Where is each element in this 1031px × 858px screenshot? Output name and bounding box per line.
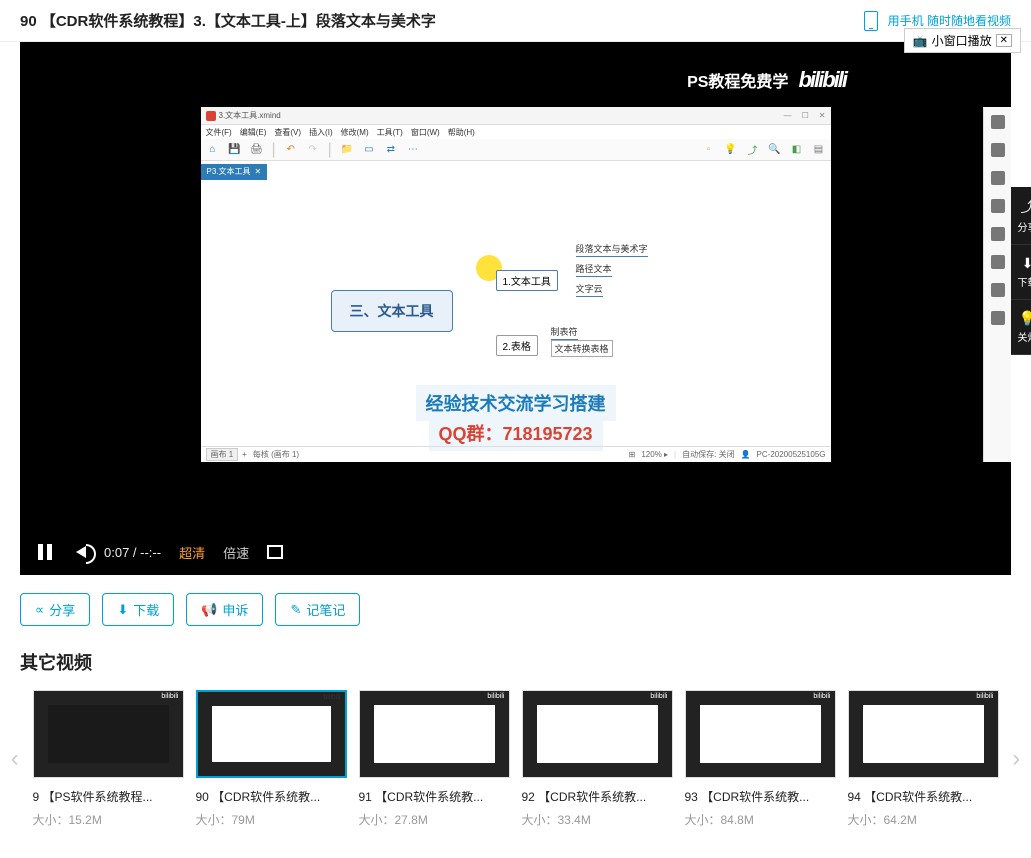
- xmind-document-tab[interactable]: P3.文本工具✕: [201, 164, 268, 180]
- tab-close-icon[interactable]: ✕: [255, 167, 262, 176]
- carousel-prev-button[interactable]: ‹: [5, 729, 25, 789]
- video-frame-xmind: 3.文本工具.xmind — ☐ ✕ 文件(F) 编辑(E) 查看(V) 插入(…: [201, 107, 831, 462]
- sheet-tab[interactable]: 画布 1: [206, 448, 239, 461]
- mindmap-leaf[interactable]: 文本转换表格: [551, 340, 613, 357]
- video-thumb[interactable]: bilibili 92 【CDR软件系统教... 大小：33.4M: [522, 690, 673, 828]
- save-icon[interactable]: 💾: [228, 143, 242, 157]
- page-header: 90 【CDR软件系统教程】3.【文本工具-上】段落文本与美术字 用手机 随时随…: [0, 0, 1031, 42]
- node-icon[interactable]: ▭: [362, 143, 376, 157]
- video-thumb[interactable]: bilibili 94 【CDR软件系统教... 大小：64.2M: [848, 690, 999, 828]
- zoom-level[interactable]: 120% ▸: [641, 450, 668, 459]
- video-thumb[interactable]: bilibili 9 【PS软件系统教程... 大小：15.2M: [33, 690, 184, 828]
- tv-icon: 📺: [913, 34, 928, 48]
- video-player-container: PS教程免费学 bilibili 3.文本工具.xmind — ☐ ✕ 文件(F…: [20, 42, 1011, 575]
- action-bar: ∝分享 ⬇下载 📢申诉 ✎记笔记: [0, 575, 1031, 644]
- side-share-button[interactable]: ⤴ 分享: [1011, 187, 1031, 245]
- export-icon[interactable]: ◧: [790, 143, 804, 157]
- mindmap-leaf[interactable]: 制表符: [551, 325, 578, 340]
- mindmap-node-table[interactable]: 2.表格: [496, 335, 538, 356]
- pause-button[interactable]: [38, 544, 52, 560]
- watermark: PS教程免费学 bilibili: [687, 67, 846, 93]
- speed-selector[interactable]: 倍速: [223, 543, 249, 562]
- maximize-icon[interactable]: ☐: [802, 111, 809, 120]
- xmind-toolbar[interactable]: ⌂ 💾 🖨 | ↶ ↷ | 📁 ▭ ⇄ ⋯ ▫ 💡 ⤴ 🔍: [201, 139, 831, 161]
- redo-icon[interactable]: ↷: [306, 143, 320, 157]
- mini-window-pip[interactable]: 📺 小窗口播放 ✕: [904, 28, 1021, 53]
- mindmap-leaf[interactable]: 文字云: [576, 282, 603, 297]
- link-icon[interactable]: ⇄: [384, 143, 398, 157]
- mindmap-leaf[interactable]: 段落文本与美术字: [576, 242, 648, 257]
- volume-button[interactable]: [70, 546, 86, 558]
- xmind-menubar[interactable]: 文件(F) 编辑(E) 查看(V) 插入(I) 修改(M) 工具(T) 窗口(W…: [201, 125, 831, 139]
- print-icon[interactable]: 🖨: [250, 143, 264, 157]
- more-icon[interactable]: ⋯: [406, 143, 420, 157]
- panel-format-icon[interactable]: [991, 115, 1005, 129]
- other-videos-heading: 其它视频: [0, 644, 1031, 690]
- xmind-filename: 3.文本工具.xmind: [219, 110, 281, 121]
- side-light-button[interactable]: 💡 关灯: [1011, 300, 1031, 355]
- xmind-logo-icon: [206, 111, 216, 121]
- player-side-panel: ⤴ 分享 ⬇ 下载 💡 关灯: [1011, 187, 1031, 355]
- share-icon: ∝: [35, 602, 44, 618]
- bilibili-logo: bilibili: [798, 67, 846, 93]
- mini-window-label: 小窗口播放: [932, 32, 992, 49]
- megaphone-icon: 📢: [201, 602, 217, 618]
- fullscreen-button[interactable]: [267, 545, 283, 559]
- video-thumb[interactable]: bilibili 91 【CDR软件系统教... 大小：27.8M: [359, 690, 510, 828]
- share-button[interactable]: ∝分享: [20, 593, 90, 626]
- video-title: 90 【CDR软件系统教程】3.【文本工具-上】段落文本与美术字: [20, 10, 436, 31]
- panel-note-icon[interactable]: [991, 227, 1005, 241]
- idea-icon[interactable]: 💡: [724, 143, 738, 157]
- side-download-button[interactable]: ⬇ 下载: [1011, 245, 1031, 300]
- close-icon[interactable]: ✕: [819, 111, 826, 120]
- mindmap-canvas[interactable]: 三、文本工具 1.文本工具 2.表格 段落文本与美术字 路径文本 文字云 制表符…: [201, 180, 831, 440]
- playback-time: 0:07 / --:--: [104, 545, 161, 560]
- download-icon: ⬇: [117, 602, 128, 618]
- fit-icon[interactable]: ⊞: [629, 450, 636, 459]
- pencil-icon: ✎: [290, 602, 301, 618]
- user-icon: 👤: [741, 450, 751, 459]
- mindmap-leaf[interactable]: 路径文本: [576, 262, 612, 277]
- report-button[interactable]: 📢申诉: [186, 593, 263, 626]
- xmind-right-panel: [983, 107, 1011, 462]
- panel-audio-icon[interactable]: [991, 311, 1005, 325]
- carousel-next-button[interactable]: ›: [1007, 729, 1027, 789]
- lightbulb-icon: 💡: [1011, 310, 1031, 327]
- panel-task-icon[interactable]: [991, 255, 1005, 269]
- search-icon[interactable]: 🔍: [768, 143, 782, 157]
- panel-style-icon[interactable]: [991, 143, 1005, 157]
- present-icon[interactable]: ▫: [702, 143, 716, 157]
- undo-icon[interactable]: ↶: [284, 143, 298, 157]
- share-icon[interactable]: ⤴: [746, 143, 760, 157]
- close-icon[interactable]: ✕: [996, 34, 1012, 47]
- player-controls: 0:07 / --:-- 超清 倍速: [20, 529, 1011, 575]
- download-icon: ⬇: [1011, 255, 1031, 272]
- video-player[interactable]: PS教程免费学 bilibili 3.文本工具.xmind — ☐ ✕ 文件(F…: [20, 42, 1011, 529]
- phone-link[interactable]: 用手机 随时随地看视频: [888, 12, 1011, 29]
- video-thumb[interactable]: bilibili 93 【CDR软件系统教... 大小：84.8M: [685, 690, 836, 828]
- xmind-titlebar: 3.文本工具.xmind — ☐ ✕: [201, 107, 831, 125]
- folder-icon[interactable]: 📁: [340, 143, 354, 157]
- note-button[interactable]: ✎记笔记: [275, 593, 360, 626]
- settings-icon[interactable]: ▤: [812, 143, 826, 157]
- download-button[interactable]: ⬇下载: [102, 593, 174, 626]
- panel-comment-icon[interactable]: [991, 283, 1005, 297]
- mindmap-root-node[interactable]: 三、文本工具: [331, 290, 453, 332]
- pc-id: PC-20200525105G: [757, 450, 826, 459]
- xmind-statusbar: 画布 1 + 每核 (画布 1) ⊞ 120% ▸ | 自动保存: 关闭 👤 P…: [201, 446, 831, 462]
- video-carousel: ‹ bilibili 9 【PS软件系统教程... 大小：15.2M bilib…: [0, 690, 1031, 858]
- share-icon: ⤴: [1011, 197, 1031, 217]
- autosave-status: 自动保存: 关闭: [682, 449, 734, 460]
- phone-icon[interactable]: [864, 11, 878, 31]
- video-thumb-active[interactable]: bilibili 90 【CDR软件系统教... 大小：79M: [196, 690, 347, 828]
- home-icon[interactable]: ⌂: [206, 143, 220, 157]
- quality-selector[interactable]: 超清: [179, 543, 205, 562]
- panel-flag-icon[interactable]: [991, 199, 1005, 213]
- mindmap-node-text-tool[interactable]: 1.文本工具: [496, 270, 558, 291]
- minimize-icon[interactable]: —: [784, 111, 792, 120]
- panel-image-icon[interactable]: [991, 171, 1005, 185]
